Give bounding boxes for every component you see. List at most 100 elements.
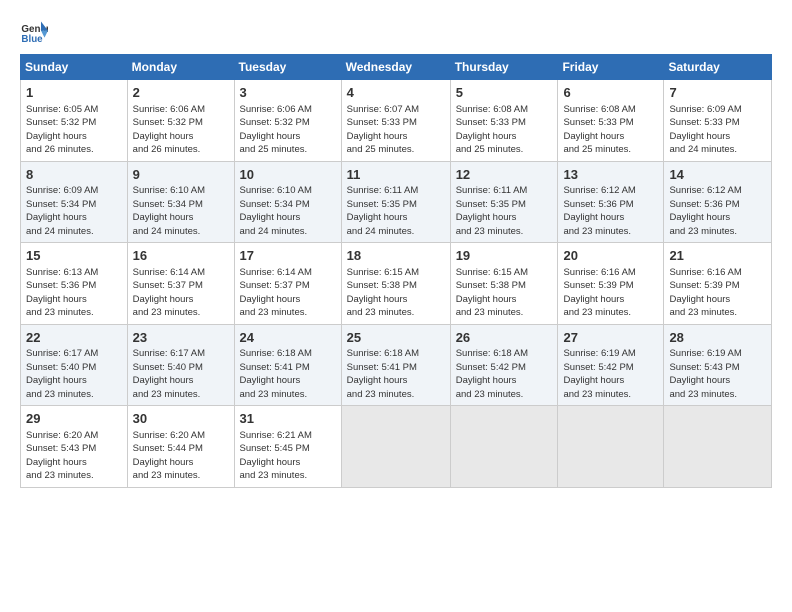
day-detail: Sunrise: 6:08 AMSunset: 5:33 PMDaylight …	[563, 104, 635, 156]
day-detail: Sunrise: 6:07 AMSunset: 5:33 PMDaylight …	[347, 104, 419, 156]
calendar-cell: 18Sunrise: 6:15 AMSunset: 5:38 PMDayligh…	[341, 243, 450, 325]
calendar-cell: 2 Sunrise: 6:06 AMSunset: 5:32 PMDaylight…	[127, 80, 234, 162]
calendar-cell: 10Sunrise: 6:10 AMSunset: 5:34 PMDayligh…	[234, 161, 341, 243]
day-number: 23	[133, 329, 230, 347]
calendar-cell: 19 Sunrise: 6:15 AMSunset: 5:38 PMDayligh…	[450, 243, 558, 325]
day-number: 18	[347, 247, 446, 265]
logo-icon: General Blue	[20, 18, 48, 46]
day-detail: Sunrise: 6:12 AMSunset: 5:36 PMDaylight …	[563, 185, 635, 237]
day-detail: Sunrise: 6:14 AMSunset: 5:37 PMDaylight …	[133, 267, 205, 319]
calendar-cell: 24Sunrise: 6:18 AMSunset: 5:41 PMDayligh…	[234, 324, 341, 406]
weekday-sunday: Sunday	[21, 55, 128, 80]
day-detail: Sunrise: 6:06 AMSunset: 5:32 PMDaylight …	[133, 104, 205, 156]
day-detail: Sunrise: 6:11 AMSunset: 5:35 PMDaylight …	[347, 185, 419, 237]
calendar-cell	[558, 406, 664, 488]
calendar-cell: 25Sunrise: 6:18 AMSunset: 5:41 PMDayligh…	[341, 324, 450, 406]
day-detail: Sunrise: 6:08 AMSunset: 5:33 PMDaylight …	[456, 104, 528, 156]
weekday-saturday: Saturday	[664, 55, 772, 80]
day-number: 24	[240, 329, 337, 347]
calendar-cell: 11Sunrise: 6:11 AMSunset: 5:35 PMDayligh…	[341, 161, 450, 243]
calendar-cell: 1Sunrise: 6:05 AMSunset: 5:32 PMDaylight…	[21, 80, 128, 162]
weekday-thursday: Thursday	[450, 55, 558, 80]
calendar-cell: 3 Sunrise: 6:06 AMSunset: 5:32 PMDaylight…	[234, 80, 341, 162]
day-detail: Sunrise: 6:18 AMSunset: 5:42 PMDaylight …	[456, 348, 528, 400]
calendar-cell: 27Sunrise: 6:19 AMSunset: 5:42 PMDayligh…	[558, 324, 664, 406]
day-number: 2	[133, 84, 230, 102]
day-number: 15	[26, 247, 123, 265]
day-number: 5	[456, 84, 554, 102]
day-number: 28	[669, 329, 767, 347]
week-row-1: 1Sunrise: 6:05 AMSunset: 5:32 PMDaylight…	[21, 80, 772, 162]
header: General Blue	[20, 18, 772, 46]
day-detail: Sunrise: 6:16 AMSunset: 5:39 PMDaylight …	[563, 267, 635, 319]
calendar-cell: 15 Sunrise: 6:13 AMSunset: 5:36 PMDayligh…	[21, 243, 128, 325]
week-row-5: 29Sunrise: 6:20 AMSunset: 5:43 PMDayligh…	[21, 406, 772, 488]
day-detail: Sunrise: 6:18 AMSunset: 5:41 PMDaylight …	[240, 348, 312, 400]
calendar-cell: 8Sunrise: 6:09 AMSunset: 5:34 PMDaylight…	[21, 161, 128, 243]
day-detail: Sunrise: 6:14 AMSunset: 5:37 PMDaylight …	[240, 267, 312, 319]
weekday-monday: Monday	[127, 55, 234, 80]
day-detail: Sunrise: 6:19 AMSunset: 5:43 PMDaylight …	[669, 348, 741, 400]
day-detail: Sunrise: 6:09 AMSunset: 5:34 PMDaylight …	[26, 185, 98, 237]
day-number: 11	[347, 166, 446, 184]
day-detail: Sunrise: 6:15 AMSunset: 5:38 PMDaylight …	[456, 267, 528, 319]
calendar-cell: 22Sunrise: 6:17 AMSunset: 5:40 PMDayligh…	[21, 324, 128, 406]
calendar-cell: 14Sunrise: 6:12 AMSunset: 5:36 PMDayligh…	[664, 161, 772, 243]
week-row-4: 22 Sunrise: 6:17 AMSunset: 5:40 PMDayligh…	[21, 324, 772, 406]
day-number: 4	[347, 84, 446, 102]
calendar-cell: 26Sunrise: 6:18 AMSunset: 5:42 PMDayligh…	[450, 324, 558, 406]
calendar-cell: 23Sunrise: 6:17 AMSunset: 5:40 PMDayligh…	[127, 324, 234, 406]
weekday-friday: Friday	[558, 55, 664, 80]
day-number: 27	[563, 329, 659, 347]
day-number: 8	[26, 166, 123, 184]
calendar-cell: 30Sunrise: 6:20 AMSunset: 5:44 PMDayligh…	[127, 406, 234, 488]
day-detail: Sunrise: 6:12 AMSunset: 5:36 PMDaylight …	[669, 185, 741, 237]
calendar-cell	[664, 406, 772, 488]
calendar-cell	[341, 406, 450, 488]
day-detail: Sunrise: 6:21 AMSunset: 5:45 PMDaylight …	[240, 430, 312, 482]
day-detail: Sunrise: 6:10 AMSunset: 5:34 PMDaylight …	[133, 185, 205, 237]
day-detail: Sunrise: 6:20 AMSunset: 5:44 PMDaylight …	[133, 430, 205, 482]
week-row-3: 15 Sunrise: 6:13 AMSunset: 5:36 PMDayligh…	[21, 243, 772, 325]
calendar-cell: 21Sunrise: 6:16 AMSunset: 5:39 PMDayligh…	[664, 243, 772, 325]
day-number: 7	[669, 84, 767, 102]
day-detail: Sunrise: 6:13 AMSunset: 5:36 PMDaylight …	[26, 267, 98, 319]
calendar-cell: 29Sunrise: 6:20 AMSunset: 5:43 PMDayligh…	[21, 406, 128, 488]
day-detail: Sunrise: 6:06 AMSunset: 5:32 PMDaylight …	[240, 104, 312, 156]
day-number: 21	[669, 247, 767, 265]
calendar-cell: 31 Sunrise: 6:21 AMSunset: 5:45 PMDayligh…	[234, 406, 341, 488]
svg-text:Blue: Blue	[21, 34, 43, 45]
day-number: 29	[26, 410, 123, 428]
calendar-cell: 4 Sunrise: 6:07 AMSunset: 5:33 PMDaylight…	[341, 80, 450, 162]
day-number: 16	[133, 247, 230, 265]
calendar-cell: 16 Sunrise: 6:14 AMSunset: 5:37 PMDayligh…	[127, 243, 234, 325]
day-detail: Sunrise: 6:19 AMSunset: 5:42 PMDaylight …	[563, 348, 635, 400]
day-number: 3	[240, 84, 337, 102]
calendar-cell: 5 Sunrise: 6:08 AMSunset: 5:33 PMDaylight…	[450, 80, 558, 162]
calendar-cell: 6 Sunrise: 6:08 AMSunset: 5:33 PMDaylight…	[558, 80, 664, 162]
week-row-2: 8Sunrise: 6:09 AMSunset: 5:34 PMDaylight…	[21, 161, 772, 243]
day-detail: Sunrise: 6:17 AMSunset: 5:40 PMDaylight …	[133, 348, 205, 400]
calendar-table: SundayMondayTuesdayWednesdayThursdayFrid…	[20, 54, 772, 488]
weekday-tuesday: Tuesday	[234, 55, 341, 80]
day-number: 9	[133, 166, 230, 184]
day-number: 14	[669, 166, 767, 184]
day-number: 22	[26, 329, 123, 347]
calendar-cell: 13Sunrise: 6:12 AMSunset: 5:36 PMDayligh…	[558, 161, 664, 243]
day-number: 1	[26, 84, 123, 102]
day-number: 31	[240, 410, 337, 428]
day-number: 10	[240, 166, 337, 184]
calendar-cell: 28Sunrise: 6:19 AMSunset: 5:43 PMDayligh…	[664, 324, 772, 406]
day-number: 26	[456, 329, 554, 347]
day-number: 6	[563, 84, 659, 102]
day-number: 19	[456, 247, 554, 265]
day-number: 17	[240, 247, 337, 265]
day-detail: Sunrise: 6:18 AMSunset: 5:41 PMDaylight …	[347, 348, 419, 400]
calendar-cell: 17 Sunrise: 6:14 AMSunset: 5:37 PMDayligh…	[234, 243, 341, 325]
weekday-header-row: SundayMondayTuesdayWednesdayThursdayFrid…	[21, 55, 772, 80]
logo: General Blue	[20, 18, 52, 46]
calendar-cell	[450, 406, 558, 488]
day-number: 12	[456, 166, 554, 184]
calendar-cell: 9Sunrise: 6:10 AMSunset: 5:34 PMDaylight…	[127, 161, 234, 243]
calendar-cell: 12Sunrise: 6:11 AMSunset: 5:35 PMDayligh…	[450, 161, 558, 243]
